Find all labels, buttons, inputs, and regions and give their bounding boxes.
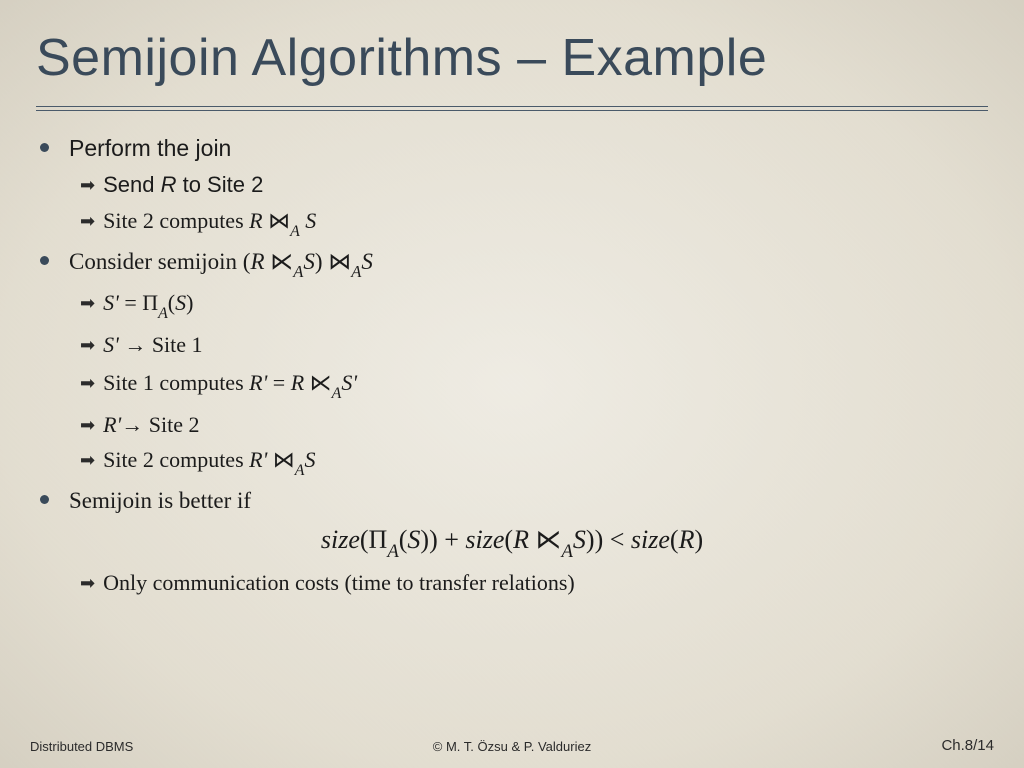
arrow-icon: ➡	[80, 372, 95, 394]
bullet-icon	[40, 143, 49, 152]
bullet-2-sub-5: ➡ Site 2 computes R' ⋈AS	[80, 445, 988, 479]
arrow-icon: ➡	[80, 174, 95, 196]
bullet-2-sub-1-text: S' = ΠA(S)	[103, 288, 193, 322]
footer-center: © M. T. Özsu & P. Valduriez	[433, 739, 591, 754]
bullet-1-sub-1-text: Send R to Site 2	[103, 170, 263, 200]
slide: Semijoin Algorithms – Example Perform th…	[0, 0, 1024, 768]
slide-footer: Distributed DBMS © M. T. Özsu & P. Valdu…	[0, 737, 1024, 754]
bullet-2-sub-2: ➡ S' → Site 1	[80, 330, 988, 360]
formula: size(ΠA(S)) + size(R ⋉AS)) < size(R)	[36, 522, 988, 561]
bullet-1-text: Perform the join	[69, 133, 988, 164]
footer-left: Distributed DBMS	[30, 739, 133, 754]
arrow-icon: ➡	[80, 292, 95, 314]
bullet-2-sub-3: ➡ Site 1 computes R' = R ⋉AS'	[80, 368, 988, 402]
bullet-1-sub-1: ➡ Send R to Site 2	[80, 170, 988, 200]
bullet-2-sub-4-text: R'→ Site 2	[103, 410, 199, 440]
bullet-2-sub-4: ➡ R'→ Site 2	[80, 410, 988, 440]
bullet-1: Perform the join	[36, 133, 988, 164]
bullet-3-text: Semijoin is better if	[69, 485, 988, 516]
bullet-2-sub-3-text: Site 1 computes R' = R ⋉AS'	[103, 368, 357, 402]
bullet-2-sub-5-text: Site 2 computes R' ⋈AS	[103, 445, 315, 479]
arrow-icon: ➡	[80, 210, 95, 232]
bullet-2-text: Consider semijoin (R ⋉AS) ⋈AS	[69, 246, 988, 281]
bullet-2-sub-1: ➡ S' = ΠA(S)	[80, 288, 988, 322]
bullet-1-sub-2-text: Site 2 computes R ⋈A S	[103, 206, 316, 240]
bullet-3: Semijoin is better if	[36, 485, 988, 516]
footer-right: Ch.8/14	[941, 737, 994, 754]
bullet-3-sub-1: ➡ Only communication costs (time to tran…	[80, 568, 988, 598]
slide-title: Semijoin Algorithms – Example	[36, 28, 988, 88]
bullet-3-sub-1-text: Only communication costs (time to transf…	[103, 568, 575, 598]
bullet-1-sub-2: ➡ Site 2 computes R ⋈A S	[80, 206, 988, 240]
bullet-icon	[40, 256, 49, 265]
bullet-icon	[40, 495, 49, 504]
bullet-2: Consider semijoin (R ⋉AS) ⋈AS	[36, 246, 988, 281]
slide-content: Perform the join ➡ Send R to Site 2 ➡ Si…	[36, 133, 988, 597]
title-divider	[36, 106, 988, 111]
arrow-icon: ➡	[80, 449, 95, 471]
arrow-icon: ➡	[80, 414, 95, 436]
arrow-icon: ➡	[80, 572, 95, 594]
arrow-icon: ➡	[80, 334, 95, 356]
bullet-2-sub-2-text: S' → Site 1	[103, 330, 202, 360]
